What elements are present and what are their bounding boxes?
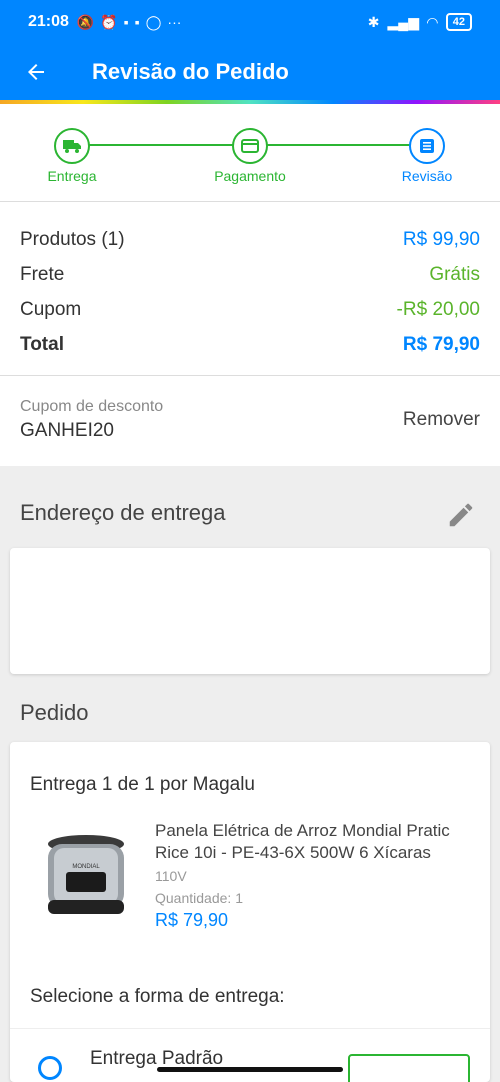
shipping-option-button[interactable] xyxy=(348,1054,470,1082)
step-label: Entrega xyxy=(47,168,97,184)
quantity-label: Quantidade: xyxy=(155,890,232,906)
summary-value: R$ 99,90 xyxy=(402,228,480,250)
brand-logo: MONDIAL xyxy=(72,864,100,870)
order-section-title: Pedido xyxy=(20,700,89,725)
divider xyxy=(10,1028,490,1029)
shipment-title: Entrega 1 de 1 por Magalu xyxy=(30,774,255,795)
list-icon xyxy=(409,128,445,164)
step-label: Pagamento xyxy=(214,168,286,184)
product-info: Panela Elétrica de Arroz Mondial Pratic … xyxy=(155,820,475,931)
battery-icon: 42 xyxy=(445,13,472,31)
app-bar: 21:08 🔕 ⏰ ▪ ▪ ◯ ··· ✱ ▂▄▆ ◠ 42 Revisão d… xyxy=(0,0,500,104)
pencil-icon xyxy=(449,503,473,527)
gesture-nav-bar[interactable] xyxy=(157,1067,343,1072)
step-label: Revisão xyxy=(401,168,453,184)
edit-address-button[interactable] xyxy=(446,500,476,530)
whatsapp-icon: ◯ xyxy=(145,13,162,30)
arrow-left-icon xyxy=(28,64,44,80)
status-time: 21:08 xyxy=(28,13,69,30)
summary-label: Produtos (1) xyxy=(20,228,125,250)
select-shipping-title: Selecione a forma de entrega: xyxy=(30,986,285,1007)
card-icon xyxy=(232,128,268,164)
product-quantity: Quantidade: 1 xyxy=(155,890,475,906)
order-summary: Produtos (1) R$ 99,90 Frete Grátis Cupom… xyxy=(0,202,500,376)
bluetooth-icon: ✱ xyxy=(367,13,380,30)
summary-label: Cupom xyxy=(20,298,82,320)
status-bar: 21:08 🔕 ⏰ ▪ ▪ ◯ ··· ✱ ▂▄▆ ◠ 42 xyxy=(0,0,500,44)
step-revisao[interactable]: Revisão xyxy=(367,128,487,184)
step-pagamento[interactable]: Pagamento xyxy=(190,128,310,184)
coupon-section: Cupom de desconto GANHEI20 Remover xyxy=(0,376,500,466)
more-notifications-icon: ··· xyxy=(167,14,182,30)
product-price: R$ 79,90 xyxy=(155,910,229,930)
page-title: Revisão do Pedido xyxy=(92,59,289,84)
summary-row-total: Total R$ 79,90 xyxy=(20,327,480,362)
rice-cooker-image: MONDIAL xyxy=(48,835,124,914)
summary-value: -R$ 20,00 xyxy=(396,298,480,320)
shipping-radio[interactable] xyxy=(38,1056,62,1080)
order-card: Entrega 1 de 1 por Magalu MONDIAL Panela… xyxy=(10,742,490,1082)
address-section-title: Endereço de entrega xyxy=(20,500,226,525)
message-icon: ▪ xyxy=(123,14,129,30)
step-entrega[interactable]: Entrega xyxy=(12,128,132,184)
product-name[interactable]: Panela Elétrica de Arroz Mondial Pratic … xyxy=(155,820,475,864)
quantity-value: 1 xyxy=(235,890,243,906)
alarm-icon: ⏰ xyxy=(100,13,118,30)
summary-row-coupon: Cupom -R$ 20,00 xyxy=(20,292,480,327)
wifi-icon: ◠ xyxy=(426,13,438,30)
mute-icon: 🔕 xyxy=(76,13,95,30)
status-right: ✱ ▂▄▆ ◠ 42 xyxy=(368,13,472,31)
summary-value: R$ 79,90 xyxy=(402,333,480,355)
signal-icon: ▂▄▆ xyxy=(387,13,419,30)
checkout-stepper: Entrega Pagamento Revisão xyxy=(0,104,500,202)
remove-coupon-button[interactable]: Remover xyxy=(403,409,480,431)
summary-value: Grátis xyxy=(429,263,480,285)
summary-label: Total xyxy=(20,333,64,355)
summary-label: Frete xyxy=(20,263,65,285)
product-voltage: 110V xyxy=(155,868,187,884)
summary-row-shipping: Frete Grátis xyxy=(20,257,480,292)
summary-row-products: Produtos (1) R$ 99,90 xyxy=(20,222,480,257)
address-card[interactable] xyxy=(10,548,490,674)
notification-icons: 🔕 ⏰ ▪ ▪ ◯ ··· xyxy=(77,14,181,31)
back-button[interactable] xyxy=(0,44,72,100)
toolbar: Revisão do Pedido xyxy=(0,44,500,100)
truck-icon xyxy=(54,128,90,164)
chat-icon: ▪ xyxy=(134,14,140,30)
